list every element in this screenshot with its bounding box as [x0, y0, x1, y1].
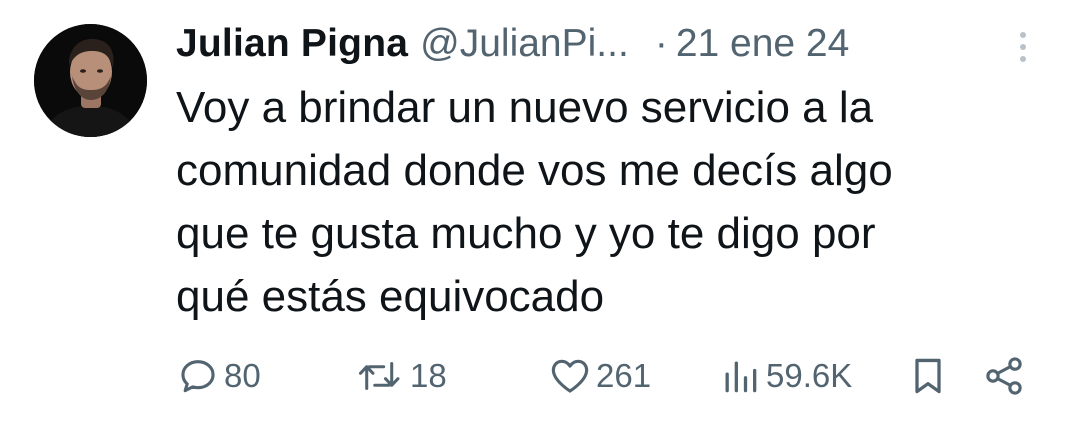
tweet-header: Julian Pigna @JulianPi... · 21 ene 24 — [176, 16, 849, 72]
profile-photo-icon — [34, 24, 147, 137]
tweet-card[interactable]: Julian Pigna @JulianPi... · 21 ene 24 Vo… — [0, 0, 1080, 436]
reply-icon — [181, 360, 215, 393]
bookmark-button[interactable] — [906, 350, 950, 402]
heart-icon — [551, 359, 589, 393]
tweet-text-line: que te gusta mucho y yo te digo por — [176, 209, 876, 258]
avatar[interactable] — [34, 24, 147, 137]
author-name[interactable]: Julian Pigna — [176, 22, 408, 66]
retweet-button[interactable]: 18 — [356, 350, 447, 402]
action-bar: 80 18 261 59.6K — [0, 350, 1080, 402]
reply-button[interactable]: 80 — [176, 350, 261, 402]
more-options-icon[interactable] — [1014, 26, 1032, 68]
retweet-count: 18 — [410, 357, 447, 394]
share-icon — [986, 357, 1022, 395]
share-button[interactable] — [982, 350, 1026, 402]
tweet-text-line: Voy a brindar un nuevo servicio a la — [176, 83, 874, 132]
like-count: 261 — [596, 357, 652, 394]
author-handle[interactable]: @JulianPi... — [420, 22, 629, 66]
reply-count: 80 — [224, 357, 261, 394]
tweet-text-line: comunidad donde vos me decís algo — [176, 146, 893, 195]
tweet-text-line: qué estás equivocado — [176, 272, 605, 321]
like-button[interactable]: 261 — [548, 350, 651, 402]
tweet-date[interactable]: 21 ene 24 — [676, 22, 850, 66]
views-button[interactable]: 59.6K — [718, 350, 852, 402]
views-icon — [725, 361, 757, 393]
views-count: 59.6K — [766, 357, 853, 394]
tweet-text: Voy a brindar un nuevo servicio a la com… — [176, 76, 1016, 328]
bookmark-icon — [915, 358, 941, 394]
separator: · — [654, 22, 668, 65]
retweet-icon — [358, 361, 400, 391]
